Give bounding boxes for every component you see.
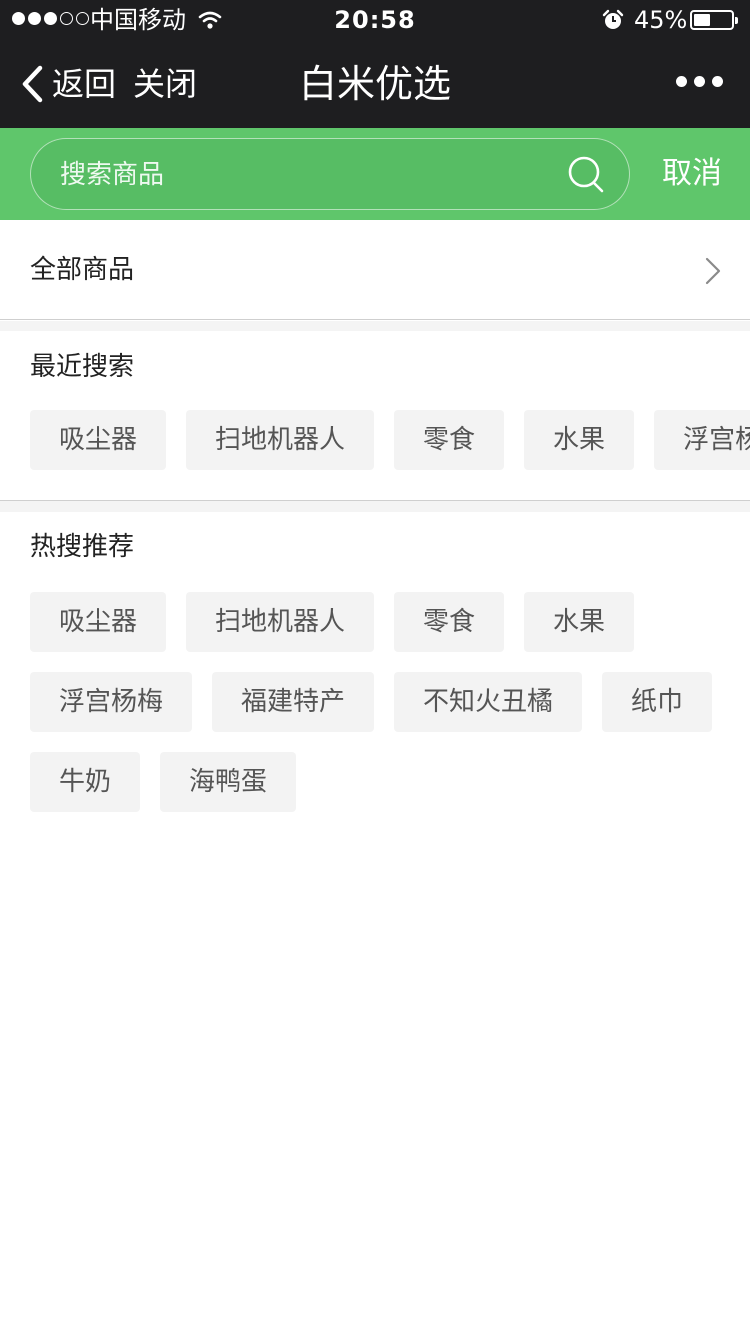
recent-search-tag[interactable]: 零食	[394, 410, 505, 470]
alarm-icon	[602, 9, 624, 29]
recent-search-tags: 吸尘器 扫地机器人 零食 水果 浮宫杨梅	[30, 410, 750, 490]
hot-search-tag[interactable]: 纸巾	[602, 672, 713, 732]
recent-search-heading: 最近搜索	[30, 352, 135, 382]
search-placeholder: 搜索商品	[60, 160, 165, 190]
chevron-right-icon	[705, 257, 721, 285]
search-bar: 搜索商品 取消	[0, 128, 750, 220]
hot-search-tag[interactable]: 海鸭蛋	[160, 752, 297, 812]
hot-search-section: 热搜推荐 吸尘器 扫地机器人 零食 水果 浮宫杨梅 福建特产 不知火丑橘 纸巾 …	[0, 512, 750, 1334]
page-title: 白米优选	[298, 62, 451, 106]
recent-search-tag[interactable]: 吸尘器	[30, 410, 167, 470]
more-icon[interactable]	[676, 76, 723, 87]
recent-search-tag[interactable]: 浮宫杨梅	[654, 410, 750, 470]
search-input[interactable]: 搜索商品	[30, 138, 630, 210]
recent-search-tag[interactable]: 扫地机器人	[186, 410, 375, 470]
hot-search-tag[interactable]: 扫地机器人	[186, 592, 375, 652]
hot-search-tag[interactable]: 零食	[394, 592, 505, 652]
cancel-button[interactable]: 取消	[662, 154, 722, 194]
hot-search-tag[interactable]: 水果	[524, 592, 635, 652]
recent-search-tag[interactable]: 水果	[524, 410, 635, 470]
hot-search-tag[interactable]: 浮宫杨梅	[30, 672, 193, 732]
nav-bar: 返回 关闭 白米优选	[0, 40, 750, 128]
battery-level-fill	[694, 14, 711, 26]
hot-search-tags: 吸尘器 扫地机器人 零食 水果 浮宫杨梅 福建特产 不知火丑橘 纸巾 牛奶 海鸭…	[30, 592, 750, 832]
all-goods-label: 全部商品	[30, 255, 135, 285]
section-divider	[0, 321, 750, 331]
hot-search-heading: 热搜推荐	[30, 532, 135, 562]
hot-search-tag[interactable]: 福建特产	[212, 672, 375, 732]
search-icon[interactable]	[567, 155, 607, 195]
hot-search-tag[interactable]: 牛奶	[30, 752, 141, 812]
section-divider	[0, 501, 750, 512]
recent-search-section: 最近搜索 吸尘器 扫地机器人 零食 水果 浮宫杨梅	[0, 331, 750, 501]
battery-percent: 45%	[634, 6, 688, 34]
battery-icon	[690, 10, 738, 30]
hot-search-tag[interactable]: 不知火丑橘	[394, 672, 583, 732]
status-bar: 中国移动 20:58 45%	[0, 0, 750, 40]
all-goods-row[interactable]: 全部商品	[0, 220, 750, 320]
hot-search-tag[interactable]: 吸尘器	[30, 592, 167, 652]
